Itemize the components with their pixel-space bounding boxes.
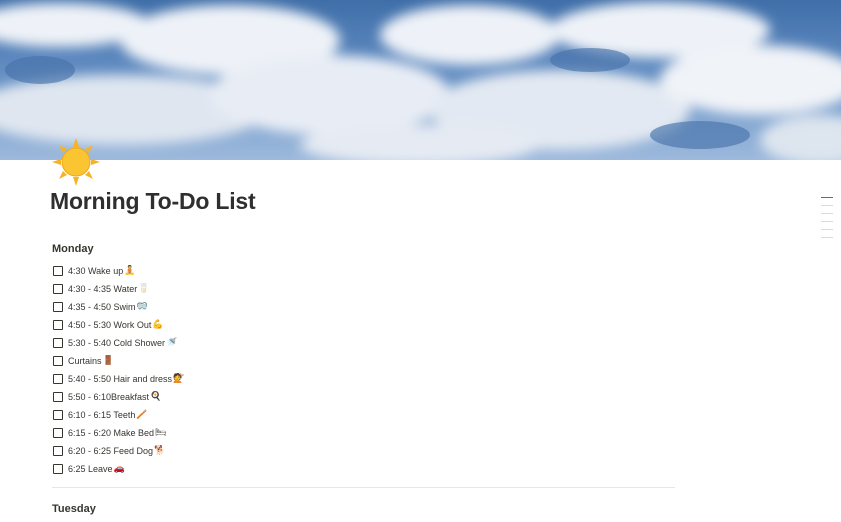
todo-item: Curtains 🚪 (53, 352, 184, 370)
todo-checkbox[interactable] (53, 374, 63, 384)
todo-text[interactable]: 6:25 Leave (68, 464, 113, 474)
todo-checkbox[interactable] (53, 266, 63, 276)
todo-item: 5:40 - 5:50 Hair and dress 💇 (53, 370, 184, 388)
todo-text[interactable]: 6:15 - 6:20 Make Bed (68, 428, 154, 438)
todo-checkbox[interactable] (53, 338, 63, 348)
todo-text[interactable]: Curtains (68, 356, 102, 366)
cover-image[interactable] (0, 0, 841, 160)
todo-emoji: 🧘 (124, 266, 136, 276)
todo-checkbox[interactable] (53, 284, 63, 294)
todo-emoji: 🪥 (136, 410, 148, 420)
todo-checkbox[interactable] (53, 464, 63, 474)
todo-item: 6:25 Leave 🚗 (53, 460, 184, 478)
todo-text[interactable]: 5:40 - 5:50 Hair and dress (68, 374, 172, 384)
todo-emoji: 🥛 (138, 284, 150, 294)
todo-item: 6:20 - 6:25 Feed Dog 🐕 (53, 442, 184, 460)
section-heading-monday[interactable]: Monday (52, 243, 94, 255)
sun-icon[interactable] (50, 136, 102, 188)
todo-checkbox[interactable] (53, 302, 63, 312)
todo-checkbox[interactable] (53, 428, 63, 438)
todo-emoji: 🚗 (113, 464, 125, 474)
todo-emoji: 🚪 (102, 356, 114, 366)
section-heading-tuesday[interactable]: Tuesday (52, 503, 96, 515)
todo-item: 5:50 - 6:10Breakfast 🍳 (53, 388, 184, 406)
todo-text[interactable]: 4:30 - 4:35 Water (68, 284, 137, 294)
todo-emoji: 🛏 (155, 428, 167, 438)
todo-item: 6:10 - 6:15 Teeth 🪥 (53, 406, 184, 424)
page-title[interactable]: Morning To-Do List (50, 188, 256, 215)
todo-checkbox[interactable] (53, 356, 63, 366)
todo-checkbox[interactable] (53, 410, 63, 420)
todo-item: 4:50 - 5:30 Work Out 💪 (53, 316, 184, 334)
todo-emoji: 💇 (173, 374, 185, 384)
todo-text[interactable]: 5:30 - 5:40 Cold Shower (68, 338, 165, 348)
todo-emoji: 🥽 (136, 302, 148, 312)
todo-text[interactable]: 6:10 - 6:15 Teeth (68, 410, 135, 420)
clouds-illustration (0, 2, 841, 160)
todo-text[interactable]: 4:35 - 4:50 Swim (68, 302, 136, 312)
todo-item: 4:30 Wake up 🧘 (53, 262, 184, 280)
todo-text[interactable]: 4:50 - 5:30 Work Out (68, 320, 151, 330)
todo-item: 4:35 - 4:50 Swim 🥽 (53, 298, 184, 316)
outline-bar (821, 197, 833, 198)
todo-emoji: 🍳 (150, 392, 162, 402)
outline-bar (821, 237, 833, 238)
outline-bar (821, 205, 833, 206)
todo-item: 4:30 - 4:35 Water 🥛 (53, 280, 184, 298)
outline-bar (821, 229, 833, 230)
todo-checkbox[interactable] (53, 320, 63, 330)
todo-item: 5:30 - 5:40 Cold Shower 🚿 (53, 334, 184, 352)
todo-text[interactable]: 6:20 - 6:25 Feed Dog (68, 446, 153, 456)
todo-emoji: 🐕 (154, 446, 166, 456)
todo-emoji: 💪 (152, 320, 164, 330)
notion-page: Morning To-Do List Monday 4:30 Wake up 🧘… (0, 0, 841, 522)
divider (52, 487, 675, 488)
outline-bar (821, 213, 833, 214)
todo-text[interactable]: 5:50 - 6:10Breakfast (68, 392, 149, 402)
todo-item: 6:15 - 6:20 Make Bed 🛏 (53, 424, 184, 442)
outline-bar (821, 221, 833, 222)
todo-checkbox[interactable] (53, 446, 63, 456)
todo-checkbox[interactable] (53, 392, 63, 402)
page-outline-indicator[interactable] (821, 197, 833, 245)
todo-text[interactable]: 4:30 Wake up (68, 266, 123, 276)
todo-list-monday: 4:30 Wake up 🧘 4:30 - 4:35 Water 🥛 4:35 … (53, 262, 184, 478)
todo-emoji: 🚿 (166, 338, 178, 348)
